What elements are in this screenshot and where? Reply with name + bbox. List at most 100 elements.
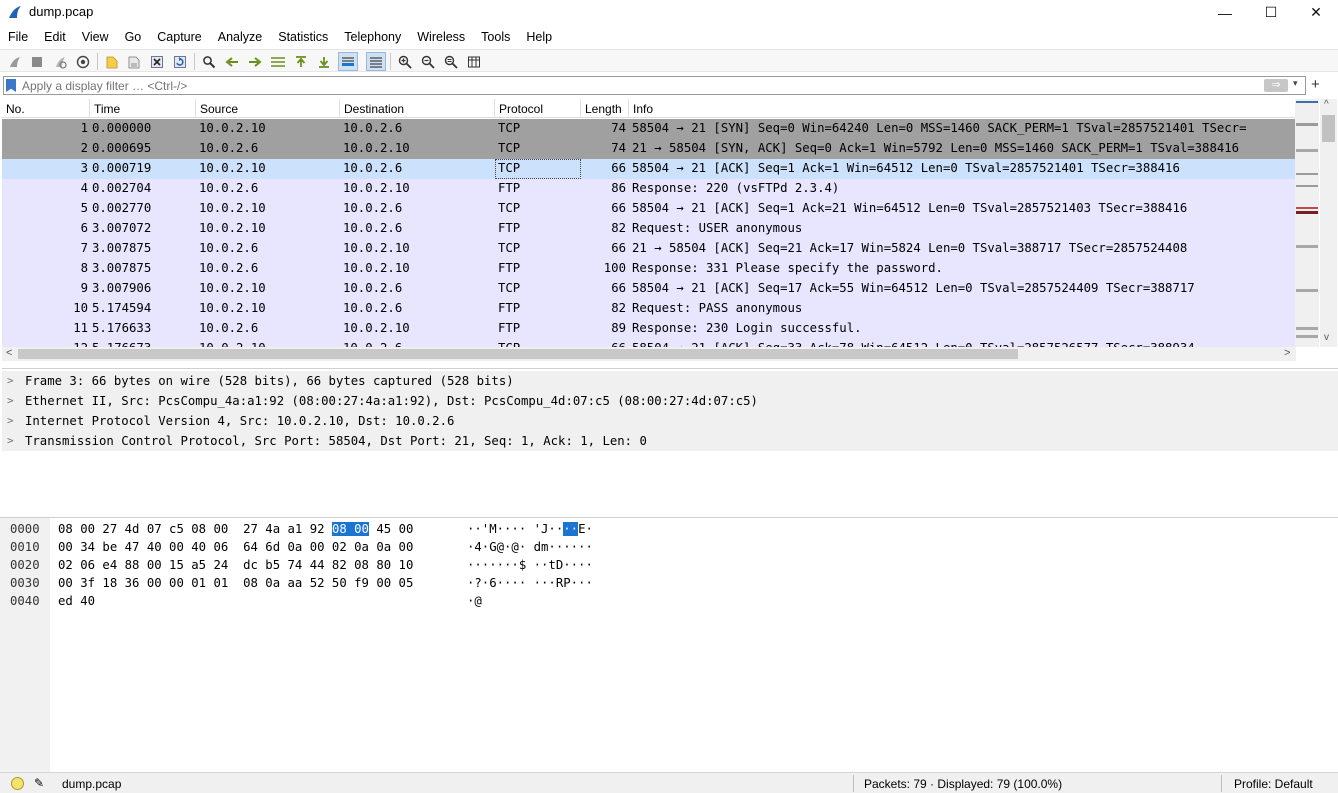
packet-cell-time: 5.176633 bbox=[92, 321, 152, 335]
menu-capture[interactable]: Capture bbox=[149, 27, 209, 47]
close-button[interactable]: ✕ bbox=[1293, 0, 1338, 25]
menu-edit[interactable]: Edit bbox=[36, 27, 74, 47]
add-filter-button[interactable]: + bbox=[1311, 76, 1320, 93]
column-header-no[interactable]: No. bbox=[2, 99, 90, 118]
byte-row[interactable]: 0000 08 00 27 4d 07 c5 08 00 27 4a a1 92… bbox=[0, 520, 593, 538]
status-profile[interactable]: Profile: Default bbox=[1234, 777, 1313, 791]
resize-columns-icon[interactable] bbox=[464, 52, 484, 71]
minimize-button[interactable]: — bbox=[1202, 0, 1248, 25]
maximize-button[interactable]: ☐ bbox=[1248, 0, 1294, 25]
display-filter-input[interactable] bbox=[22, 78, 1262, 93]
go-forward-icon[interactable] bbox=[245, 52, 265, 71]
menu-view[interactable]: View bbox=[74, 27, 117, 47]
scroll-up-icon[interactable]: ^ bbox=[1324, 99, 1329, 110]
packet-cell-len: 66 bbox=[611, 161, 626, 175]
capture-comment-icon[interactable]: ✎ bbox=[34, 776, 44, 790]
ascii-selection[interactable]: ·· bbox=[563, 522, 579, 536]
packet-cell-no: 7 bbox=[80, 241, 88, 255]
vertical-scroll-thumb[interactable] bbox=[1322, 115, 1335, 142]
colorize-icon[interactable] bbox=[366, 52, 386, 71]
packet-cell-no: 8 bbox=[80, 261, 88, 275]
packet-cell-no: 4 bbox=[80, 181, 88, 195]
restart-capture-icon[interactable] bbox=[50, 52, 70, 71]
expand-arrow-icon[interactable]: > bbox=[7, 394, 14, 407]
auto-scroll-icon[interactable] bbox=[338, 52, 358, 71]
capture-options-icon[interactable] bbox=[73, 52, 93, 71]
expand-arrow-icon[interactable]: > bbox=[7, 414, 14, 427]
stop-capture-icon[interactable] bbox=[27, 52, 47, 71]
scroll-right-icon[interactable]: > bbox=[1284, 347, 1290, 359]
packet-row[interactable]: 6 3.007072 10.0.2.10 10.0.2.6 FTP 82 Request: … bbox=[2, 219, 1296, 239]
menu-file[interactable]: File bbox=[0, 27, 36, 47]
last-packet-icon[interactable] bbox=[314, 52, 334, 71]
packet-cell-proto: TCP bbox=[498, 201, 521, 215]
detail-row-ip[interactable]: > Internet Protocol Version 4, Src: 10.0.… bbox=[2, 411, 1338, 431]
column-header-protocol[interactable]: Protocol bbox=[495, 99, 581, 118]
reload-file-icon[interactable] bbox=[170, 52, 190, 71]
zoom-in-icon[interactable] bbox=[395, 52, 415, 71]
packet-details: > Frame 3: 66 bytes on wire (528 bits), 6… bbox=[2, 368, 1338, 513]
menu-statistics[interactable]: Statistics bbox=[270, 27, 336, 47]
go-back-icon[interactable] bbox=[222, 52, 242, 71]
menu-go[interactable]: Go bbox=[117, 27, 150, 47]
horizontal-scroll-thumb[interactable] bbox=[18, 349, 1018, 359]
packet-cell-info: 21 → 58504 [ACK] Seq=21 Ack=17 Win=5824 … bbox=[632, 241, 1188, 255]
detail-row-frame[interactable]: > Frame 3: 66 bytes on wire (528 bits), 6… bbox=[2, 371, 1338, 391]
hex-selection[interactable]: 08 00 bbox=[331, 522, 369, 536]
expand-arrow-icon[interactable]: > bbox=[7, 374, 14, 387]
byte-row[interactable]: 0030 00 3f 18 36 00 00 01 01 08 0a aa 52… bbox=[0, 574, 593, 592]
start-capture-icon[interactable] bbox=[5, 52, 25, 71]
go-to-packet-icon[interactable] bbox=[268, 52, 288, 71]
zoom-out-icon[interactable] bbox=[418, 52, 438, 71]
packet-list-horizontal-scrollbar[interactable]: < > bbox=[2, 347, 1296, 361]
packet-row[interactable]: 3 0.000719 10.0.2.10 10.0.2.6 TCP 66 58504 → 2… bbox=[2, 159, 1296, 179]
save-file-icon[interactable] bbox=[124, 52, 144, 71]
packet-row[interactable]: 2 0.000695 10.0.2.6 10.0.2.10 TCP 74 21 → 5850… bbox=[2, 139, 1296, 159]
first-packet-icon[interactable] bbox=[291, 52, 311, 71]
detail-row-ethernet[interactable]: > Ethernet II, Src: PcsCompu_4a:a1:92 (08… bbox=[2, 391, 1338, 411]
packet-list-vertical-scrollbar[interactable]: ^ v bbox=[1320, 99, 1337, 347]
bookmark-icon[interactable] bbox=[6, 79, 16, 92]
find-packet-icon[interactable] bbox=[199, 52, 219, 71]
normal-size-icon[interactable] bbox=[441, 52, 461, 71]
packet-row[interactable]: 11 5.176633 10.0.2.6 10.0.2.10 FTP 89 Response… bbox=[2, 319, 1296, 339]
menu-wireless[interactable]: Wireless bbox=[409, 27, 473, 47]
column-header-info[interactable]: Info bbox=[629, 99, 1296, 118]
scroll-down-icon[interactable]: v bbox=[1324, 332, 1329, 343]
column-header-source[interactable]: Source bbox=[196, 99, 340, 118]
packet-cell-proto: FTP bbox=[498, 321, 521, 335]
expand-arrow-icon[interactable]: > bbox=[7, 434, 14, 447]
filter-history-dropdown-icon[interactable]: ▾ bbox=[1293, 78, 1298, 89]
byte-row[interactable]: 0010 00 34 be 47 40 00 40 06 64 6d 0a 00… bbox=[0, 538, 593, 556]
packet-cell-time: 5.174594 bbox=[92, 301, 152, 315]
menu-telephony[interactable]: Telephony bbox=[336, 27, 409, 47]
packet-row[interactable]: 10 5.174594 10.0.2.10 10.0.2.6 FTP 82 Request:… bbox=[2, 299, 1296, 319]
menu-help[interactable]: Help bbox=[518, 27, 560, 47]
column-header-time[interactable]: Time bbox=[90, 99, 196, 118]
packet-row[interactable]: 8 3.007875 10.0.2.6 10.0.2.10 FTP 100 Response… bbox=[2, 259, 1296, 279]
expert-info-icon[interactable] bbox=[11, 777, 24, 790]
apply-filter-button[interactable]: ⇒ bbox=[1264, 79, 1288, 92]
detail-row-tcp[interactable]: > Transmission Control Protocol, Src Port… bbox=[2, 431, 1338, 451]
close-file-icon[interactable] bbox=[147, 52, 167, 71]
open-file-icon[interactable] bbox=[102, 52, 122, 71]
packet-row[interactable]: 5 0.002770 10.0.2.10 10.0.2.6 TCP 66 58504 → 2… bbox=[2, 199, 1296, 219]
packet-row[interactable]: 125.17667310.0.2.1010.0.2.6TCP6658504 → … bbox=[2, 339, 1296, 347]
packet-cell-len: 86 bbox=[611, 181, 626, 195]
packet-row[interactable]: 7 3.007875 10.0.2.6 10.0.2.10 TCP 66 21 → 5850… bbox=[2, 239, 1296, 259]
packet-cell-proto: TCP bbox=[498, 121, 521, 135]
byte-row[interactable]: 0040 ed 40 ·@ bbox=[0, 592, 482, 610]
column-header-destination[interactable]: Destination bbox=[340, 99, 495, 118]
packet-row[interactable]: 1 0.000000 10.0.2.10 10.0.2.6 TCP 74 58504 → 2… bbox=[2, 119, 1296, 139]
status-bar: ✎ dump.pcap Packets: 79 · Displayed: 79 … bbox=[0, 772, 1338, 793]
byte-row[interactable]: 0020 02 06 e4 88 00 15 a5 24 dc b5 74 44… bbox=[0, 556, 593, 574]
packet-minimap[interactable] bbox=[1295, 99, 1319, 347]
menu-analyze[interactable]: Analyze bbox=[210, 27, 270, 47]
column-header-length[interactable]: Length bbox=[581, 99, 629, 118]
packet-cell-no: 1 bbox=[80, 121, 88, 135]
scroll-left-icon[interactable]: < bbox=[6, 347, 12, 359]
packet-row[interactable]: 4 0.002704 10.0.2.6 10.0.2.10 FTP 86 Response:… bbox=[2, 179, 1296, 199]
packet-row[interactable]: 9 3.007906 10.0.2.10 10.0.2.6 TCP 66 58504 → 2… bbox=[2, 279, 1296, 299]
packet-cell-dst: 10.0.2.10 bbox=[343, 261, 410, 275]
menu-tools[interactable]: Tools bbox=[473, 27, 518, 47]
